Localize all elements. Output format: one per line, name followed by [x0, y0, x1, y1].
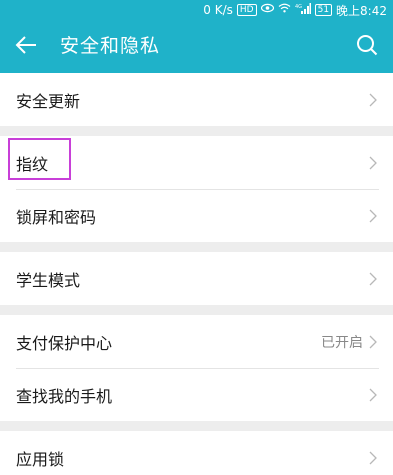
chevron-right-icon	[367, 92, 379, 108]
list-item-label: 应用锁	[16, 449, 65, 469]
settings-group: 学生模式	[0, 252, 393, 305]
settings-group: 支付保护中心 已开启 查找我的手机	[0, 315, 393, 421]
fingerprint-item[interactable]: 指纹	[0, 136, 393, 189]
group-divider	[0, 421, 393, 431]
eye-icon	[260, 3, 274, 17]
find-my-phone-item[interactable]: 查找我的手机	[0, 368, 393, 421]
chevron-right-icon	[367, 155, 379, 171]
settings-group: 安全更新	[0, 73, 393, 126]
network-speed: 0 K/s	[203, 3, 233, 17]
status-bar: 0 K/s HD 4G 51 晚上8:42	[0, 0, 393, 20]
group-divider	[0, 126, 393, 136]
search-button[interactable]	[351, 31, 383, 63]
group-divider	[0, 305, 393, 315]
arrow-left-icon	[15, 36, 37, 58]
battery-icon: 51	[314, 4, 333, 16]
group-divider	[0, 242, 393, 252]
payment-protection-item[interactable]: 支付保护中心 已开启	[0, 315, 393, 368]
chevron-right-icon	[367, 387, 379, 403]
app-header: 安全和隐私	[0, 20, 393, 73]
svg-text:4G: 4G	[295, 4, 302, 10]
wifi-icon	[278, 3, 291, 17]
list-item-label: 支付保护中心	[16, 333, 113, 353]
student-mode-item[interactable]: 学生模式	[0, 252, 393, 305]
chevron-right-icon	[367, 208, 379, 224]
settings-group: 指纹 锁屏和密码	[0, 136, 393, 242]
app-lock-item[interactable]: 应用锁	[0, 431, 393, 475]
list-item-label: 指纹	[16, 154, 49, 174]
settings-list: 安全更新 指纹 锁屏和密码 学生模式 支付保护中心 已开启 查找我的手机 应用锁	[0, 73, 393, 475]
chevron-right-icon	[367, 271, 379, 287]
phone-screen: 0 K/s HD 4G 51 晚上8:42 安全和隐私 安全更新 指纹 锁屏和密…	[0, 0, 393, 475]
chevron-right-icon	[367, 334, 379, 350]
list-item-label: 锁屏和密码	[16, 207, 97, 227]
lock-screen-password-item[interactable]: 锁屏和密码	[0, 189, 393, 242]
hd-badge: HD	[236, 4, 257, 16]
search-icon	[356, 34, 378, 60]
chevron-right-icon	[367, 450, 379, 466]
status-time: 晚上8:42	[336, 3, 387, 18]
status-text: 已开启	[321, 334, 363, 351]
page-title: 安全和隐私	[60, 35, 161, 57]
list-item-label: 查找我的手机	[16, 386, 113, 406]
security-update-item[interactable]: 安全更新	[0, 73, 393, 126]
list-item-label: 安全更新	[16, 91, 81, 111]
settings-group: 应用锁	[0, 431, 393, 475]
back-button[interactable]	[10, 31, 42, 63]
list-item-label: 学生模式	[16, 270, 81, 290]
signal-icon: 4G	[295, 2, 311, 18]
